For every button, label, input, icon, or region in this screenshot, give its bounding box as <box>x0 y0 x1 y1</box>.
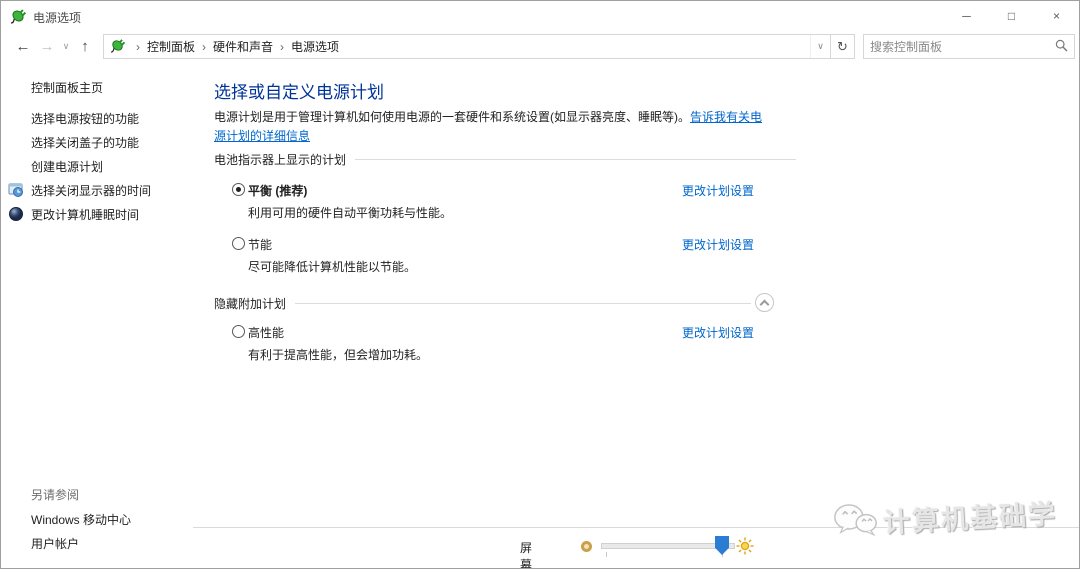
window-title: 电源选项 <box>33 11 82 25</box>
sidebar-item-control-panel-home[interactable]: 控制面板主页 <box>31 79 103 96</box>
breadcrumb-hardware-sound[interactable]: 硬件和声音 <box>213 38 273 55</box>
address-dropdown-chevron-icon[interactable]: ∨ <box>810 35 830 58</box>
back-icon[interactable]: ← <box>11 38 35 55</box>
sleep-moon-icon <box>8 206 24 225</box>
breadcrumb-control-panel[interactable]: 控制面板 <box>147 38 195 55</box>
plan-description: 尽可能降低计算机性能以节能。 <box>248 260 417 274</box>
sidebar-item-create-plan[interactable]: 创建电源计划 <box>1 154 214 178</box>
sidebar-item-display-off-time[interactable]: 选择关闭显示器的时间 <box>1 178 214 202</box>
intro-text: 电源计划是用于管理计算机如何使用电源的一套硬件和系统设置(如显示器亮度、睡眠等)… <box>214 108 771 146</box>
brightness-slider-track[interactable] <box>601 543 735 549</box>
main-content: 选择或自定义电源计划 电源计划是用于管理计算机如何使用电源的一套硬件和系统设置(… <box>214 62 814 568</box>
brightness-label: 屏幕亮度: <box>520 541 533 569</box>
sidebar-item-sleep-time[interactable]: 更改计算机睡眠时间 <box>1 202 214 226</box>
sidebar-item-label: 更改计算机睡眠时间 <box>31 207 140 222</box>
intro-body: 电源计划是用于管理计算机如何使用电源的一套硬件和系统设置(如显示器亮度、睡眠等)… <box>214 110 690 124</box>
power-options-window: 电源选项 ─ □ × ← → ∨ ↑ › 控制面板 › 硬件和声音 › 电源选项… <box>0 0 1080 569</box>
section-rule <box>355 158 796 160</box>
slider-tick <box>606 552 607 557</box>
display-clock-icon <box>8 182 24 201</box>
change-plan-settings-link[interactable]: 更改计划设置 <box>682 324 754 341</box>
close-button[interactable]: × <box>1034 1 1079 31</box>
watermark: 计算机基础学 <box>832 491 1058 544</box>
minimize-button[interactable]: ─ <box>944 1 989 31</box>
section-rule <box>295 302 751 304</box>
sidebar-item-label: 选择关闭盖子的功能 <box>31 135 140 150</box>
address-bar[interactable]: › 控制面板 › 硬件和声音 › 电源选项 ∨ <box>103 34 831 59</box>
maximize-button[interactable]: □ <box>989 1 1034 31</box>
chevron-up-icon <box>759 299 770 309</box>
brightness-dim-sun-icon <box>581 541 592 552</box>
window-controls: ─ □ × <box>944 1 1079 31</box>
section-label: 隐藏附加计划 <box>214 296 287 311</box>
see-also-header: 另请参阅 <box>31 488 80 502</box>
search-box[interactable] <box>863 34 1075 59</box>
section-label: 电池指示器上显示的计划 <box>214 152 347 167</box>
high-performance-radio[interactable] <box>232 325 245 338</box>
up-icon[interactable]: ↑ <box>73 38 97 55</box>
plan-name[interactable]: 节能 <box>248 236 272 253</box>
search-input[interactable] <box>870 39 1055 54</box>
power-plug-icon <box>10 8 27 27</box>
balanced-radio[interactable] <box>232 183 245 196</box>
sidebar: 控制面板主页 选择电源按钮的功能 选择关闭盖子的功能 创建电源计划 选择关闭显示… <box>1 62 214 568</box>
page-title: 选择或自定义电源计划 <box>214 83 384 102</box>
brightness-bright-sun-icon <box>736 537 754 558</box>
sidebar-item-user-accounts[interactable]: 用户帐户 <box>31 535 79 552</box>
plan-description: 利用可用的硬件自动平衡功耗与性能。 <box>248 206 453 220</box>
sidebar-item-label: 创建电源计划 <box>31 159 104 174</box>
search-icon[interactable] <box>1055 39 1068 55</box>
plan-name[interactable]: 高性能 <box>248 324 284 341</box>
breadcrumb-separator: › <box>202 39 207 54</box>
change-plan-settings-link[interactable]: 更改计划设置 <box>682 182 754 199</box>
forward-icon[interactable]: → <box>35 38 59 55</box>
sidebar-task-list: 选择电源按钮的功能 选择关闭盖子的功能 创建电源计划 选择关闭显示器的时间 更改… <box>1 106 214 226</box>
section-hidden-plans-header: 隐藏附加计划 <box>214 296 751 311</box>
plan-name[interactable]: 平衡 (推荐) <box>248 182 307 199</box>
breadcrumb-power-options[interactable]: 电源选项 <box>291 38 339 55</box>
sidebar-item-label: 选择电源按钮的功能 <box>31 111 140 126</box>
wechat-bubbles-icon <box>832 501 878 544</box>
refresh-button[interactable]: ↻ <box>831 34 855 59</box>
power-saver-radio[interactable] <box>232 237 245 250</box>
bottom-separator <box>193 527 1079 528</box>
sidebar-item-label: 选择关闭显示器的时间 <box>31 183 152 198</box>
collapse-section-button[interactable] <box>755 293 774 312</box>
navigation-bar: ← → ∨ ↑ › 控制面板 › 硬件和声音 › 电源选项 ∨ ↻ <box>1 31 1079 62</box>
title-bar: 电源选项 ─ □ × <box>1 1 1079 31</box>
sidebar-item-lid-close[interactable]: 选择关闭盖子的功能 <box>1 130 214 154</box>
power-plug-icon <box>110 38 126 56</box>
plan-description: 有利于提高性能，但会增加功耗。 <box>248 348 429 362</box>
sidebar-item-power-buttons[interactable]: 选择电源按钮的功能 <box>1 106 214 130</box>
watermark-text: 计算机基础学 <box>882 499 1058 539</box>
breadcrumb-separator: › <box>136 39 140 54</box>
breadcrumb-separator: › <box>280 39 285 54</box>
recent-pages-chevron-icon[interactable]: ∨ <box>59 41 73 52</box>
sidebar-item-windows-mobility-center[interactable]: Windows 移动中心 <box>31 511 131 528</box>
change-plan-settings-link[interactable]: 更改计划设置 <box>682 236 754 253</box>
section-battery-plans-header: 电池指示器上显示的计划 <box>214 152 796 167</box>
